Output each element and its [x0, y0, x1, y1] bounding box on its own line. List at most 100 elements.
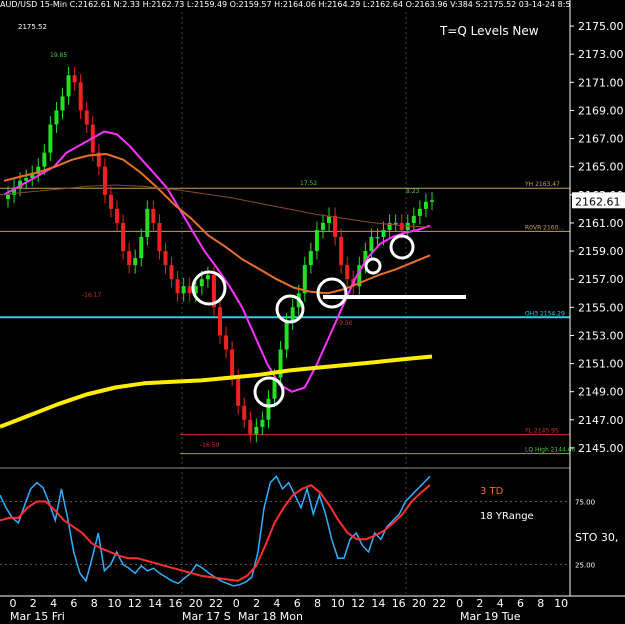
time-tick-label: 8	[314, 597, 321, 610]
candle-body	[218, 307, 222, 336]
candle-body	[320, 222, 325, 230]
candle-body	[102, 166, 107, 195]
candle-body	[139, 237, 144, 259]
level-label: LQ High 2144.60	[525, 447, 576, 454]
candle-body	[84, 110, 89, 125]
candle-body	[48, 124, 53, 153]
candle-body	[266, 398, 271, 420]
date-label: Mar 18 Mon	[238, 610, 303, 623]
candle-body	[224, 335, 229, 350]
time-tick-label: 16	[168, 597, 182, 610]
candle-body	[393, 222, 398, 225]
indicator-label-td: 3 TD	[480, 486, 504, 497]
price-tick-label: 2171.00	[578, 76, 624, 89]
candle-body	[54, 110, 59, 125]
candle-body	[181, 286, 186, 294]
candle-body	[290, 307, 295, 322]
price-tick-label: 2145.00	[578, 442, 624, 455]
candle-body	[60, 96, 65, 111]
candle-body	[163, 251, 168, 266]
oscillator-line	[0, 475, 431, 587]
time-tick-label: 14	[371, 597, 385, 610]
time-tick-label: 12	[351, 597, 365, 610]
candle-body	[308, 251, 313, 266]
price-annotation: 19.85	[50, 52, 67, 59]
price-annotation: -16.17	[82, 292, 102, 299]
candle-body	[242, 405, 247, 420]
chart-canvas: YH 2163.47 R0VR 2160... OH3 2154.29 YL 2145…	[0, 0, 625, 623]
time-tick-label: 6	[517, 597, 524, 610]
price-tick-label: 2161.00	[578, 217, 624, 230]
oscillator-axis-label: STO 30,	[575, 531, 618, 544]
chart-header: AUD/USD 15-Min C:2162.61 N:2.33 H:2162.7…	[0, 0, 570, 9]
moving-average-line	[0, 354, 433, 429]
level-label: OH3 2154.29	[525, 310, 565, 317]
price-tick-label: 2155.00	[578, 301, 624, 314]
price-tick-label: 2157.00	[578, 273, 624, 286]
indicator-label-yrange: 18 YRange	[480, 511, 534, 522]
candle-body	[284, 321, 289, 350]
annotation-circles	[191, 234, 466, 408]
candle-body	[66, 75, 71, 97]
candle-body	[375, 237, 380, 239]
level-label: YH 2163.47	[524, 181, 560, 188]
price-tick-label: 2151.00	[578, 358, 624, 371]
candle-body	[423, 201, 428, 209]
candle-body	[151, 208, 156, 223]
candle-body	[42, 152, 47, 167]
moving-average-line	[0, 184, 433, 228]
time-tick-label: 2	[476, 597, 483, 610]
time-tick-label: 10	[108, 597, 122, 610]
date-label: Mar 19 Tue	[460, 610, 521, 623]
price-tick-label: 2165.00	[578, 161, 624, 174]
candle-body	[430, 200, 434, 202]
candle-body	[254, 426, 259, 434]
candle-body	[314, 229, 319, 252]
price-annotation: -16.50	[200, 442, 220, 449]
candle-body	[248, 419, 253, 434]
candle-body	[411, 215, 416, 223]
price-annotation: 8.23	[406, 188, 420, 195]
candle-body	[369, 237, 374, 252]
time-tick-label: 10	[331, 597, 345, 610]
candle-body	[115, 208, 120, 223]
price-tick-label: 2167.00	[578, 133, 624, 146]
price-annotation: -9.50	[337, 320, 353, 327]
candle-body	[78, 82, 83, 111]
price-tick-label: 2173.00	[578, 48, 624, 61]
candle-body	[121, 222, 126, 252]
candle-body	[133, 258, 138, 266]
oscillator-line	[0, 483, 431, 582]
time-tick-label: 0	[456, 597, 463, 610]
level-label: YL 2145.95	[524, 428, 559, 435]
time-tick-label: 22	[209, 597, 223, 610]
time-tick-label: 4	[273, 597, 280, 610]
candle-body	[205, 274, 210, 280]
highlight-circle	[364, 257, 382, 275]
candle-body	[399, 222, 404, 230]
moving-averages	[0, 130, 433, 429]
candle-body	[260, 419, 265, 427]
time-tick-label: 22	[432, 597, 446, 610]
candle-body	[127, 251, 132, 266]
time-tick-label: 10	[554, 597, 568, 610]
time-tick-label: 0	[10, 597, 17, 610]
header-sub-value: 2175.52	[18, 23, 47, 31]
time-tick-label: 20	[412, 597, 426, 610]
candle-body	[108, 194, 113, 209]
time-tick-label: 20	[189, 597, 203, 610]
price-tick-label: 2169.00	[578, 104, 624, 117]
candle-body	[381, 229, 386, 237]
moving-average-line	[3, 153, 431, 295]
time-tick-label: 0	[233, 597, 240, 610]
time-tick-label: 16	[392, 597, 406, 610]
time-tick-label: 14	[148, 597, 162, 610]
candle-body	[345, 265, 350, 280]
candle-body	[339, 237, 344, 266]
time-tick-label: 6	[294, 597, 301, 610]
oscillator-tick-label: 75.00	[575, 499, 595, 507]
candle-body	[6, 194, 10, 200]
date-label: Mar 15 Fri	[10, 610, 65, 623]
price-tick-label: 2175.00	[578, 20, 624, 33]
time-tick-label: 8	[537, 597, 544, 610]
